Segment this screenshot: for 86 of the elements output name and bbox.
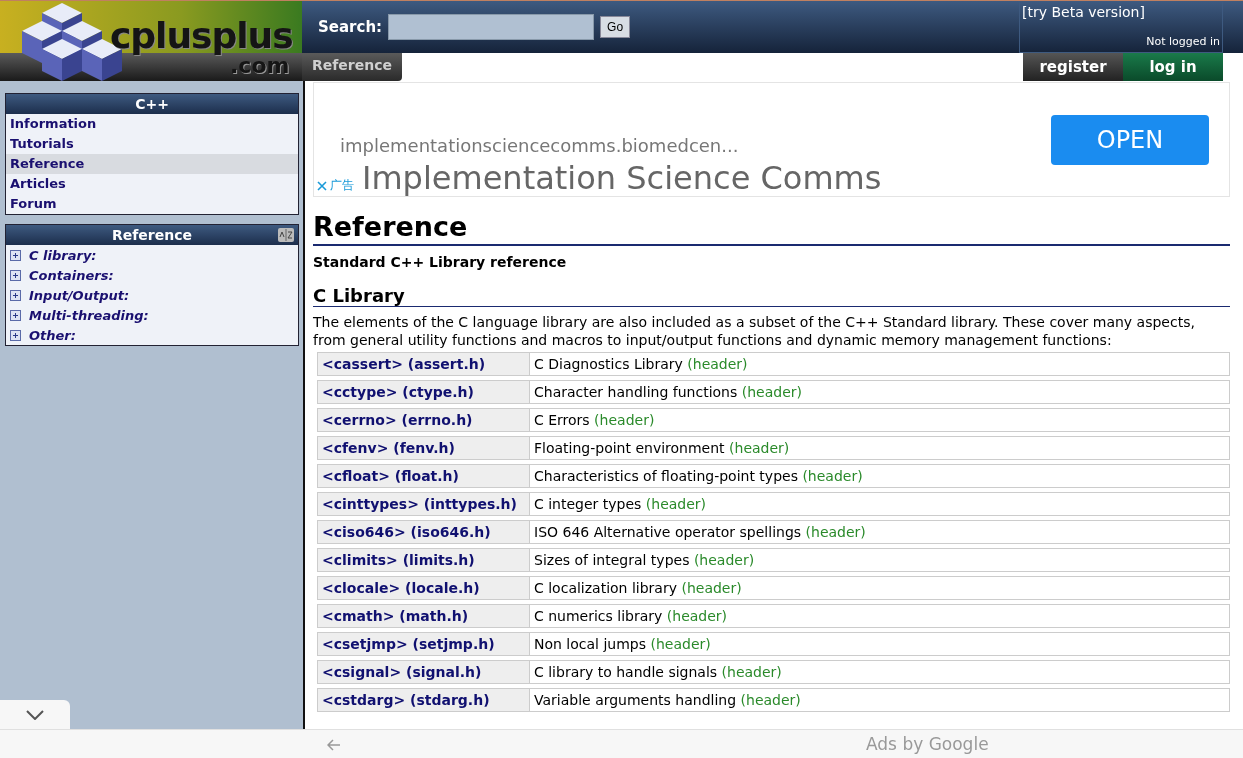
search-field[interactable] (388, 14, 595, 40)
header-link[interactable]: <cctype> (ctype.h) (318, 381, 529, 403)
expand-icon[interactable] (10, 329, 21, 341)
description-cell: C integer types (header) (529, 493, 1229, 515)
header-tag: (header) (645, 496, 707, 512)
page-subtitle: Standard C++ Library reference (313, 254, 568, 270)
panel-title: Reference (6, 225, 298, 245)
tree-item[interactable]: Containers: (6, 265, 298, 285)
header-tag: (header) (805, 524, 866, 540)
header-tag: (header) (741, 384, 802, 400)
go-button[interactable]: Go (600, 16, 631, 38)
close-icon[interactable] (316, 179, 328, 192)
back-arrow-icon[interactable] (327, 739, 341, 751)
panel-title: C++ (6, 94, 298, 114)
header-link[interactable]: <csignal> (signal.h) (318, 661, 529, 683)
description-cell: C Errors (header) (529, 409, 1229, 431)
header-tag: (header) (740, 692, 801, 708)
description-cell: ISO 646 Alternative operator spellings (header) (529, 521, 1229, 543)
tree-label: Multi-threading: (29, 307, 149, 323)
description-cell: Floating-point environment (header) (529, 437, 1229, 459)
tree-item[interactable]: C library: (6, 245, 298, 265)
breadcrumb[interactable]: Reference (302, 53, 403, 81)
logo-text: cplusplus (110, 15, 293, 56)
description-cell: C numerics library (header) (529, 605, 1229, 627)
header-tag: (header) (594, 412, 655, 428)
header-tag: (header) (650, 636, 711, 652)
ads-by-label: Ads by Google (866, 734, 989, 754)
beta-link[interactable]: [try Beta version] (1022, 4, 1220, 20)
tree-label: Input/Output: (29, 287, 130, 303)
description-cell: Characteristics of floating-point types (header) (529, 465, 1229, 487)
description-cell: C library to handle signals (header) (529, 661, 1229, 683)
tree-item[interactable]: Input/Output: (6, 285, 298, 305)
login-button[interactable]: log in (1123, 53, 1223, 81)
register-button[interactable]: register (1023, 53, 1123, 81)
header-link[interactable]: <cerrno> (errno.h) (318, 409, 529, 431)
section-paragraph: The elements of the C language library are also included as a subset of the C++ Standard library. These cover many aspects, from general utility functions and macros to input/output functions and dynamic memory management functions: (313, 313, 1196, 349)
ad-headline: Implementation Science Comms (362, 161, 882, 195)
ad-label: 广告 (330, 177, 354, 194)
expand-icon[interactable] (10, 309, 21, 321)
description-cell: Sizes of integral types (header) (529, 549, 1229, 571)
ad-banner[interactable]: implementationsciencecomms.biomedcen... Implementation Science Comms OPEN 广告 (313, 82, 1230, 197)
header-tag: (header) (666, 608, 728, 624)
tree-item[interactable]: Multi-threading: (6, 305, 298, 325)
header-tag: (header) (693, 552, 755, 568)
header-link[interactable]: <cstdarg> (stdarg.h) (318, 689, 529, 711)
tree-item[interactable]: Other: (6, 325, 298, 345)
header-link[interactable]: <ciso646> (iso646.h) (318, 521, 529, 543)
header-tag: (header) (802, 468, 863, 484)
header-link[interactable]: <cinttypes> (inttypes.h) (318, 493, 529, 515)
collapse-tab[interactable] (0, 700, 70, 730)
header-tag: (header) (687, 356, 748, 372)
expand-icon[interactable] (10, 249, 21, 261)
expand-icon[interactable] (10, 269, 21, 281)
description-cell: C Diagnostics Library (header) (529, 353, 1229, 375)
description-cell: C localization library (header) (529, 577, 1229, 599)
menu-item[interactable]: Reference (6, 154, 298, 174)
search-label: Search: (318, 18, 383, 36)
header-tag: (header) (721, 664, 782, 680)
menu-item[interactable]: Information (6, 114, 298, 134)
tree-label: Other: (29, 327, 76, 343)
logo-suffix: .com (230, 53, 290, 78)
login-status: Not logged in (1146, 35, 1220, 48)
header-link[interactable]: <clocale> (locale.h) (318, 577, 529, 599)
menu-item[interactable]: Forum (6, 194, 298, 214)
description-cell: Non local jumps (header) (529, 633, 1229, 655)
ad-url: implementationsciencecomms.biomedcen... (340, 135, 739, 156)
expand-icon[interactable] (10, 289, 21, 301)
header-tag: (header) (729, 440, 790, 456)
page-title: Reference (313, 211, 1230, 246)
header-link[interactable]: <cmath> (math.h) (318, 605, 529, 627)
section-title: C Library (313, 285, 1230, 307)
header-link[interactable]: <cfenv> (fenv.h) (318, 437, 529, 459)
header-link[interactable]: <csetjmp> (setjmp.h) (318, 633, 529, 655)
menu-item[interactable]: Tutorials (6, 134, 298, 154)
chevron-down-icon (26, 710, 44, 720)
header-tag: (header) (681, 580, 742, 596)
menu-item[interactable]: Articles (6, 174, 298, 194)
header-link[interactable]: <cassert> (assert.h) (318, 353, 529, 375)
description-cell: Character handling functions (header) (529, 381, 1229, 403)
header-link[interactable]: <climits> (limits.h) (318, 549, 529, 571)
description-cell: Variable arguments handling (header) (529, 689, 1229, 711)
logo-background[interactable]: cplusplus .com (0, 1, 302, 81)
tree-label: Containers: (29, 267, 114, 283)
header-link[interactable]: <cfloat> (float.h) (318, 465, 529, 487)
sort-icon[interactable] (278, 228, 294, 242)
tree-label: C library: (29, 247, 97, 263)
